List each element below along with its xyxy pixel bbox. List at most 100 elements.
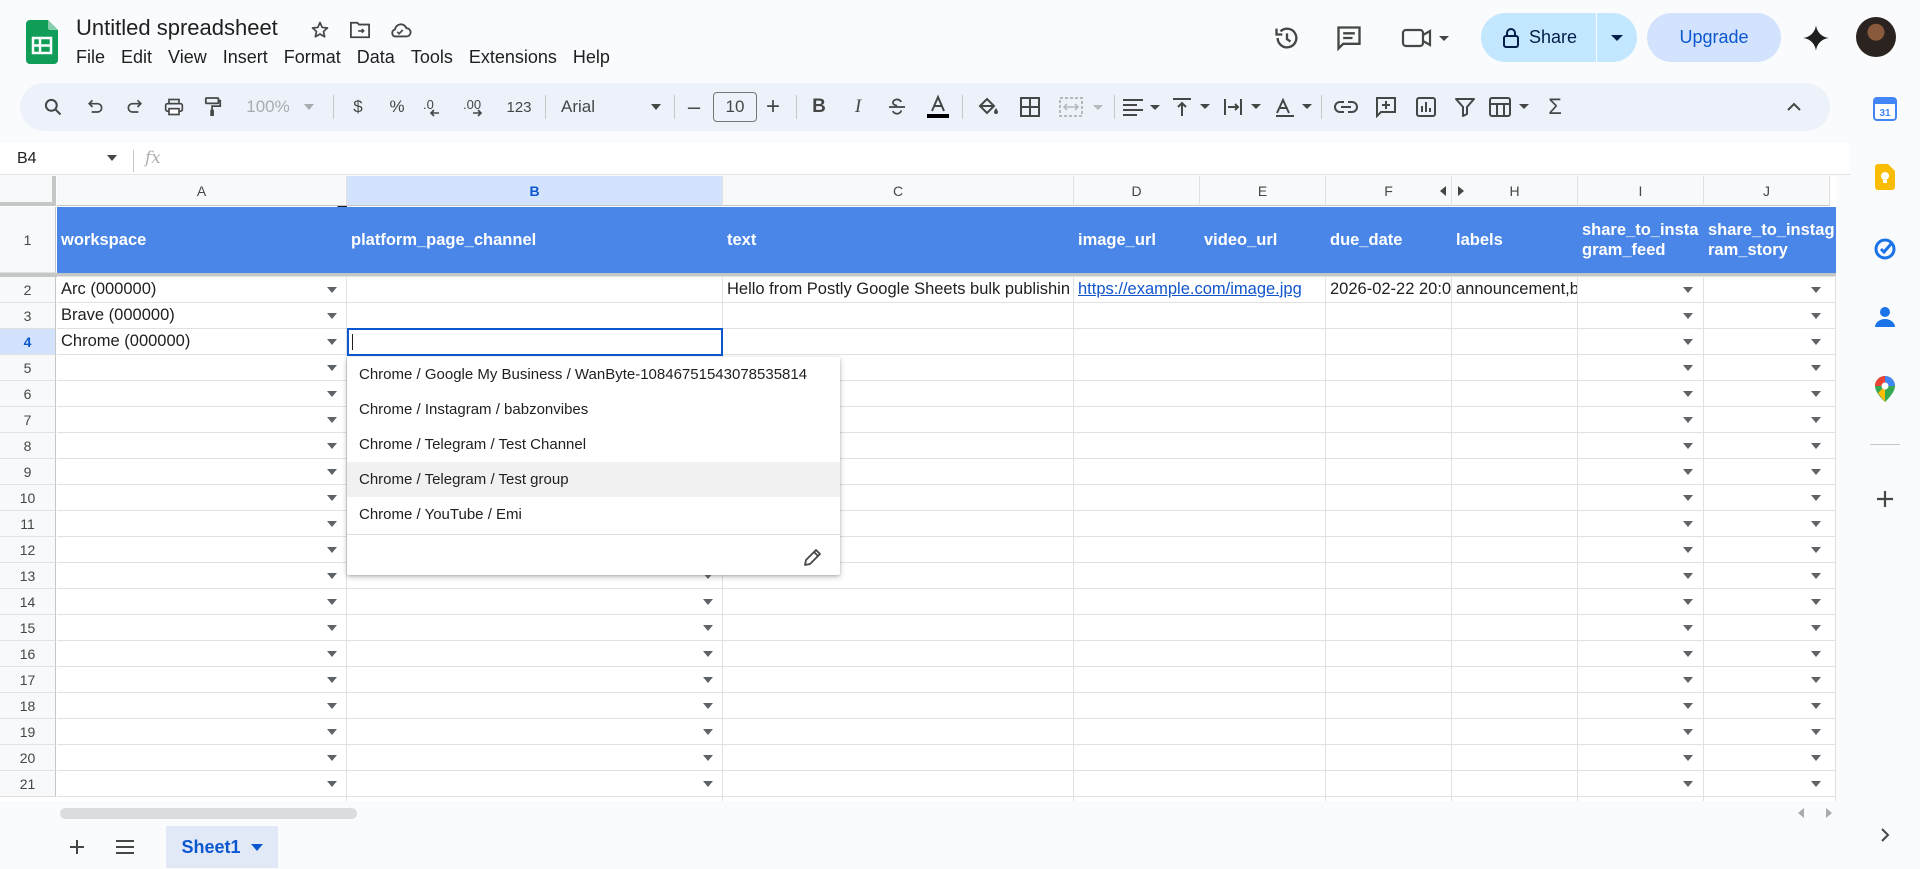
- sheet-tab-chevron-down-icon[interactable]: [250, 843, 263, 851]
- row-header-1[interactable]: 1: [0, 207, 56, 273]
- cell-dropdown-chevron-down-icon[interactable]: [1811, 287, 1821, 293]
- calendar-icon[interactable]: 31: [1868, 92, 1902, 126]
- cell-a4[interactable]: Chrome (000000): [57, 329, 347, 355]
- cell-dropdown-chevron-down-icon[interactable]: [1811, 599, 1821, 605]
- merge-cells-icon[interactable]: [1057, 91, 1107, 123]
- header-cell-video-url[interactable]: video_url: [1200, 207, 1326, 273]
- format-currency-button[interactable]: $: [345, 91, 371, 123]
- borders-icon[interactable]: [1015, 91, 1045, 123]
- column-header-h[interactable]: H: [1452, 176, 1578, 206]
- vertical-align-icon[interactable]: [1171, 91, 1211, 123]
- print-icon[interactable]: [160, 91, 188, 123]
- cell-dropdown-chevron-down-icon[interactable]: [1683, 339, 1693, 345]
- cell-dropdown-chevron-down-icon[interactable]: [1683, 651, 1693, 657]
- cell-dropdown-chevron-down-icon[interactable]: [1683, 417, 1693, 423]
- share-options-chevron-down-icon[interactable]: [1597, 13, 1637, 62]
- fill-color-icon[interactable]: [973, 91, 1003, 123]
- share-button[interactable]: Share: [1481, 13, 1596, 62]
- name-box-chevron-down-icon[interactable]: [107, 155, 117, 161]
- row-header-13[interactable]: 13: [0, 563, 56, 589]
- cell-dropdown-chevron-down-icon[interactable]: [703, 729, 713, 735]
- table-view-icon[interactable]: [1488, 91, 1532, 123]
- header-cell-workspace[interactable]: workspace: [57, 207, 347, 273]
- cell-dropdown-chevron-down-icon[interactable]: [1683, 677, 1693, 683]
- menu-data[interactable]: Data: [349, 45, 403, 70]
- show-side-panel-chevron-right-icon[interactable]: [1868, 818, 1902, 852]
- menu-edit[interactable]: Edit: [113, 45, 160, 70]
- header-cell-text[interactable]: text: [723, 207, 1074, 273]
- cell-dropdown-chevron-down-icon[interactable]: [1683, 547, 1693, 553]
- cell-dropdown-chevron-down-icon[interactable]: [1811, 651, 1821, 657]
- contacts-icon[interactable]: [1868, 300, 1902, 334]
- cloud-saved-icon[interactable]: [388, 18, 412, 42]
- menu-help[interactable]: Help: [565, 45, 618, 70]
- cell-dropdown-chevron-down-icon[interactable]: [1811, 729, 1821, 735]
- header-cell-share-to-instagram-story[interactable]: share_to_instagram_story: [1704, 207, 1836, 273]
- text-rotation-icon[interactable]: [1273, 91, 1313, 123]
- cell-dropdown-chevron-down-icon[interactable]: [327, 287, 337, 293]
- tasks-icon[interactable]: [1868, 232, 1902, 266]
- column-header-c[interactable]: C: [723, 176, 1074, 206]
- cell-dropdown-chevron-down-icon[interactable]: [1811, 417, 1821, 423]
- spreadsheet-grid[interactable]: A B C D E F H I J 1 2 3 4 5 6 7 8 9 10 1…: [0, 176, 1836, 801]
- header-cell-platform-page-channel[interactable]: platform_page_channel: [347, 207, 723, 273]
- column-header-b[interactable]: B: [347, 176, 723, 206]
- cell-dropdown-chevron-down-icon[interactable]: [327, 677, 337, 683]
- cell-dropdown-chevron-down-icon[interactable]: [1811, 495, 1821, 501]
- cell-a3[interactable]: Brave (000000): [57, 303, 347, 329]
- header-cell-labels[interactable]: labels: [1452, 207, 1578, 273]
- row-header-11[interactable]: 11: [0, 511, 56, 537]
- functions-sigma-icon[interactable]: Σ: [1542, 91, 1568, 123]
- row-header-18[interactable]: 18: [0, 693, 56, 719]
- cell-dropdown-chevron-down-icon[interactable]: [1683, 469, 1693, 475]
- cell-dropdown-chevron-down-icon[interactable]: [1811, 521, 1821, 527]
- cell-dropdown-chevron-down-icon[interactable]: [1683, 313, 1693, 319]
- cell-f2[interactable]: 2026-02-22 20:0: [1326, 277, 1452, 303]
- cell-dropdown-chevron-down-icon[interactable]: [327, 391, 337, 397]
- cell-dropdown-chevron-down-icon[interactable]: [327, 703, 337, 709]
- menu-extensions[interactable]: Extensions: [461, 45, 565, 70]
- decrease-font-size-button[interactable]: –: [683, 91, 705, 123]
- row-header-12[interactable]: 12: [0, 537, 56, 563]
- sheets-logo-icon[interactable]: [26, 20, 58, 64]
- cell-dropdown-chevron-down-icon[interactable]: [703, 599, 713, 605]
- dropdown-option[interactable]: Chrome / Instagram / babzonvibes: [347, 392, 840, 427]
- cell-dropdown-chevron-down-icon[interactable]: [327, 573, 337, 579]
- cell-dropdown-chevron-down-icon[interactable]: [1683, 755, 1693, 761]
- cell-a2[interactable]: Arc (000000): [57, 277, 347, 303]
- row-header-5[interactable]: 5: [0, 355, 56, 381]
- row-header-8[interactable]: 8: [0, 433, 56, 459]
- cell-dropdown-chevron-down-icon[interactable]: [1811, 677, 1821, 683]
- bold-icon[interactable]: B: [806, 91, 832, 123]
- insert-comment-icon[interactable]: [1371, 91, 1401, 123]
- decrease-decimal-icon[interactable]: .0: [421, 91, 451, 123]
- cell-dropdown-chevron-down-icon[interactable]: [327, 547, 337, 553]
- row-header-14[interactable]: 14: [0, 589, 56, 615]
- cell-dropdown-chevron-down-icon[interactable]: [327, 651, 337, 657]
- cell-dropdown-chevron-down-icon[interactable]: [1683, 495, 1693, 501]
- cell-dropdown-chevron-down-icon[interactable]: [1811, 469, 1821, 475]
- horizontal-align-icon[interactable]: [1121, 91, 1161, 123]
- horizontal-scrollbar-thumb[interactable]: [60, 808, 357, 819]
- column-header-e[interactable]: E: [1200, 176, 1326, 206]
- strikethrough-icon[interactable]: [884, 91, 910, 123]
- comments-icon[interactable]: [1331, 20, 1367, 56]
- cell-dropdown-chevron-down-icon[interactable]: [1683, 391, 1693, 397]
- redo-icon[interactable]: [121, 91, 149, 123]
- cell-dropdown-chevron-down-icon[interactable]: [703, 651, 713, 657]
- cell-dropdown-chevron-down-icon[interactable]: [1811, 365, 1821, 371]
- format-percent-button[interactable]: %: [384, 91, 410, 123]
- cell-dropdown-chevron-down-icon[interactable]: [1811, 339, 1821, 345]
- scroll-left-arrow-icon[interactable]: [1798, 808, 1804, 818]
- hidden-column-left-arrow-icon[interactable]: [1440, 186, 1446, 196]
- maps-icon[interactable]: [1868, 372, 1902, 406]
- cell-dropdown-chevron-down-icon[interactable]: [1683, 781, 1693, 787]
- row-header-9[interactable]: 9: [0, 459, 56, 485]
- cell-dropdown-chevron-down-icon[interactable]: [327, 417, 337, 423]
- paint-format-icon[interactable]: [199, 91, 227, 123]
- column-header-f[interactable]: F: [1326, 176, 1452, 206]
- insert-link-icon[interactable]: [1331, 91, 1361, 123]
- version-history-icon[interactable]: [1269, 20, 1305, 56]
- font-size-input[interactable]: 10: [713, 92, 757, 122]
- cell-h2[interactable]: announcement,b: [1452, 277, 1578, 303]
